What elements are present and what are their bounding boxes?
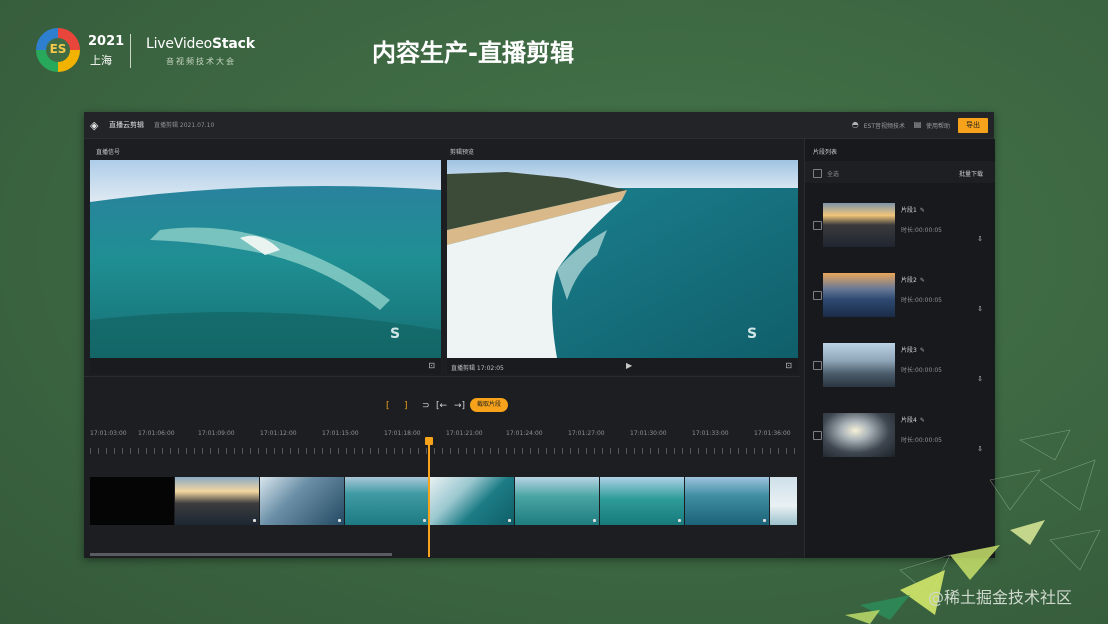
clip-thumbnail: [823, 343, 895, 387]
clip-list-item[interactable]: 片段1 ✎ 时长:00:00:05 ⇩: [805, 195, 995, 255]
logo-badge-text: ES: [49, 42, 67, 56]
clip-name: 片段2 ✎: [901, 277, 925, 284]
clip-thumbnail: [823, 203, 895, 247]
timeline-scrollbar[interactable]: [90, 553, 392, 556]
watermark: @稀土掘金技术社区: [928, 588, 1073, 607]
logo-separator: [130, 34, 131, 68]
download-icon[interactable]: ⇩: [977, 375, 983, 383]
clips-panel-header: 全选 批量下载: [805, 161, 995, 183]
edit-name-icon[interactable]: ✎: [920, 347, 925, 354]
clip-list-item[interactable]: 片段2 ✎ 时长:00:00:05 ⇩: [805, 265, 995, 325]
select-all-checkbox[interactable]: [813, 169, 822, 178]
track-thumbnail: [515, 477, 599, 525]
editor-divider: [84, 376, 800, 377]
app-name: 直播云剪辑: [109, 121, 144, 129]
tick-label: 17:01:33:00: [692, 430, 729, 437]
mark-in-icon[interactable]: [: [386, 401, 390, 411]
clip-checkbox[interactable]: [813, 361, 822, 370]
slide-title: 内容生产-直播剪辑: [372, 39, 574, 67]
stabilizer-logo-icon-right: S: [747, 326, 757, 342]
live-signal-video[interactable]: S: [90, 160, 441, 358]
stabilizer-logo-icon: S: [390, 326, 400, 342]
logo-brand: LiveVideoStack: [146, 36, 255, 52]
clips-panel-title: 片段列表: [813, 149, 838, 156]
camera-icon[interactable]: ⊡: [428, 361, 435, 370]
ruler-ticks: [90, 448, 800, 454]
tick-label: 17:01:27:00: [568, 430, 605, 437]
edit-name-icon[interactable]: ✎: [920, 207, 925, 214]
clip-duration: 时长:00:00:05: [901, 367, 942, 374]
download-icon[interactable]: ⇩: [977, 305, 983, 313]
download-icon[interactable]: ⇩: [977, 235, 983, 243]
track-thumbnail: [770, 477, 797, 525]
playhead[interactable]: [428, 439, 430, 557]
clip-duration: 时长:00:00:05: [901, 227, 942, 234]
track-thumbnail: [260, 477, 344, 525]
logo-city: 上海: [90, 54, 112, 67]
undo-icon[interactable]: ⊃: [422, 401, 430, 411]
tick-label: 17:01:03:00: [90, 430, 127, 437]
export-button[interactable]: 导出: [958, 117, 988, 133]
batch-download-button[interactable]: 批量下载: [959, 169, 983, 178]
user-label: EST音视频技术: [863, 122, 905, 130]
user-menu[interactable]: ◓ EST音视频技术: [851, 121, 905, 130]
tick-label: 17:01:36:00: [754, 430, 791, 437]
logo-brand-lite: LiveVideo: [146, 36, 213, 52]
live-video-controls: ⊡: [90, 358, 441, 374]
play-icon[interactable]: ▶: [626, 361, 632, 370]
clip-checkbox[interactable]: [813, 221, 822, 230]
tick-label: 17:01:21:00: [446, 430, 483, 437]
track-thumbnail: [90, 477, 174, 525]
clip-checkbox[interactable]: [813, 431, 822, 440]
logo-brand-bold: Stack: [212, 36, 255, 52]
logo-year: 2021: [88, 34, 125, 49]
project-path: 直播剪辑 2021.07.10: [154, 122, 215, 129]
app-topbar: ◈ 直播云剪辑 直播剪辑 2021.07.10 ◓ EST音视频技术 ▤ 使用帮…: [84, 112, 994, 139]
track-thumbnail: [175, 477, 259, 525]
clip-preview-label: 剪辑预览: [450, 149, 475, 156]
track-thumbnail: [600, 477, 684, 525]
edit-name-icon[interactable]: ✎: [920, 277, 925, 284]
topbar-actions: ◓ EST音视频技术 ▤ 使用帮助 导出: [851, 117, 988, 133]
timeline-ruler[interactable]: 17:01:03:00 17:01:06:00 17:01:09:00 17:0…: [90, 430, 800, 460]
clip-checkbox[interactable]: [813, 291, 822, 300]
tick-label: 17:01:06:00: [138, 430, 175, 437]
conference-logo: ES 2021 上海 LiveVideoStack 音视频技术大会: [36, 28, 276, 76]
tick-label: 17:01:30:00: [630, 430, 667, 437]
tick-label: 17:01:15:00: [322, 430, 359, 437]
clip-button[interactable]: 截取片段: [470, 398, 508, 412]
jump-in-icon[interactable]: [←: [436, 401, 447, 411]
help-label: 使用帮助: [925, 122, 950, 130]
live-signal-label: 直播信号: [96, 149, 121, 156]
clip-thumbnail: [823, 273, 895, 317]
track-thumbnail: [430, 477, 514, 525]
camera-icon-right[interactable]: ⊡: [785, 361, 792, 370]
user-icon: ◓: [851, 120, 859, 129]
preview-time: 直播剪辑 17:02:05: [451, 365, 504, 372]
mark-out-icon[interactable]: ]: [404, 401, 408, 411]
clip-name: 片段3 ✎: [901, 347, 925, 354]
tick-label: 17:01:12:00: [260, 430, 297, 437]
clip-preview-video[interactable]: S: [447, 160, 798, 358]
track-thumbnail: [345, 477, 429, 525]
help-icon: ▤: [913, 120, 922, 129]
tick-label: 17:01:24:00: [506, 430, 543, 437]
help-link[interactable]: ▤ 使用帮助: [913, 121, 950, 130]
jump-out-icon[interactable]: →]: [454, 401, 465, 411]
video-track[interactable]: [90, 477, 800, 525]
select-all-label: 全选: [827, 171, 840, 178]
preview-video-controls: 直播剪辑 17:02:05 ▶ ⊡: [447, 358, 798, 374]
clip-name: 片段1 ✎: [901, 207, 925, 214]
track-thumbnail: [685, 477, 769, 525]
tick-label: 17:01:18:00: [384, 430, 421, 437]
app-logo-icon: ◈: [90, 119, 99, 132]
clip-duration: 时长:00:00:05: [901, 297, 942, 304]
logo-subtitle: 音视频技术大会: [166, 57, 236, 66]
tick-label: 17:01:09:00: [198, 430, 235, 437]
clip-list-item[interactable]: 片段3 ✎ 时长:00:00:05 ⇩: [805, 335, 995, 395]
